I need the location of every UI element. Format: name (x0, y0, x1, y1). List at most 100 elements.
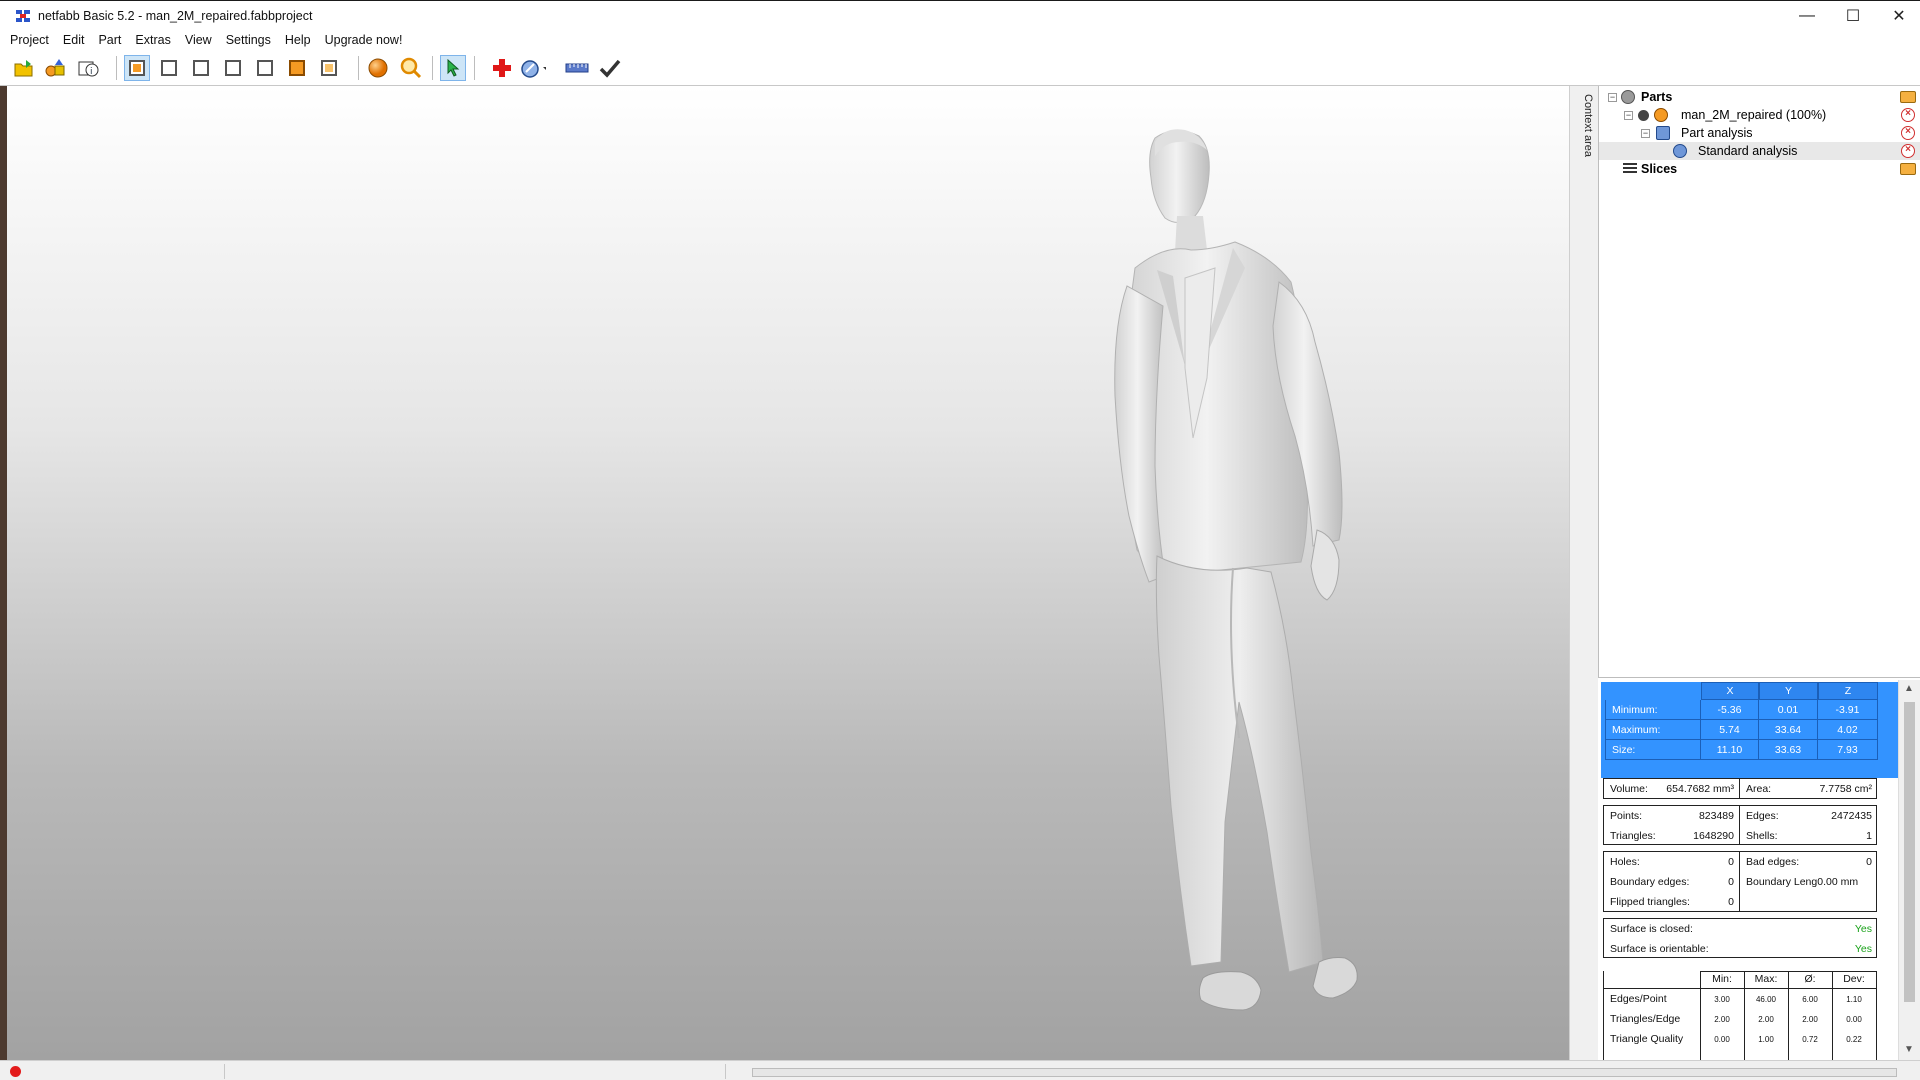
bbox-size-z: 7.93 (1818, 740, 1878, 760)
folder-action-icon[interactable] (1900, 91, 1916, 103)
volume-value: 654.7682 mm³ (1666, 783, 1734, 795)
stats-cell: 1.00 (1758, 1035, 1774, 1044)
scrollbar-thumb[interactable] (1904, 702, 1915, 1002)
bbox-min-y: 0.01 (1759, 700, 1818, 720)
bbox-size-x: 11.10 (1701, 740, 1759, 760)
desktop-edge (0, 86, 7, 1080)
boundary-edges-label: Boundary edges: (1610, 876, 1690, 888)
stats-cell: 3.00 (1714, 995, 1730, 1004)
measure-dial-icon[interactable] (520, 55, 546, 81)
bbox-min-z: -3.91 (1818, 700, 1878, 720)
tree-row-standard-analysis[interactable]: Standard analysis × (1599, 142, 1920, 160)
shells-value: 1 (1866, 830, 1872, 842)
repair-cross-icon[interactable] (489, 55, 515, 81)
scroll-down-icon[interactable]: ▼ (1904, 1044, 1914, 1055)
collapse-icon[interactable]: − (1608, 92, 1617, 102)
visibility-dot-icon[interactable] (1638, 109, 1649, 121)
stats-cell: 2.00 (1758, 1015, 1774, 1024)
tree-label-slices: Slices (1641, 162, 1678, 176)
area-label: Area: (1746, 783, 1772, 795)
menu-extras[interactable]: Extras (135, 33, 170, 47)
menu-edit[interactable]: Edit (63, 33, 85, 47)
3d-model-render[interactable] (7, 86, 1569, 1060)
axis-header-y: Y (1759, 682, 1818, 700)
menu-view[interactable]: View (185, 33, 212, 47)
remove-standard-analysis-icon[interactable]: × (1901, 144, 1915, 158)
view-top-icon[interactable] (284, 55, 310, 81)
view-bottom-icon[interactable] (316, 55, 342, 81)
surface-closed-value: Yes (1854, 923, 1872, 935)
menu-project[interactable]: Project (10, 33, 49, 47)
select-pointer-icon[interactable] (440, 55, 466, 81)
analysis-panel: X Y Z Minimum: -5.36 0.01 -3.91 Maximum:… (1598, 680, 1898, 1060)
bounding-box-table: X Y Z Minimum: -5.36 0.01 -3.91 Maximum:… (1601, 682, 1898, 778)
collapse-icon[interactable]: − (1624, 110, 1633, 120)
defects-box: Holes: 0 Bad edges: 0 Boundary edges: 0 … (1603, 851, 1877, 912)
surface-orientable-value: Yes (1854, 943, 1872, 955)
menu-upgrade[interactable]: Upgrade now! (325, 33, 403, 47)
shading-sphere-icon[interactable] (365, 55, 391, 81)
mesh-counts-box: Points: 823489 Edges: 2472435 Triangles:… (1603, 805, 1877, 845)
surface-checks-box: Surface is closed: Yes Surface is orient… (1603, 918, 1877, 958)
minimize-button[interactable]: — (1784, 1, 1830, 31)
holes-value: 0 (1728, 856, 1734, 868)
progress-bar (752, 1068, 1897, 1077)
remove-analysis-icon[interactable]: × (1901, 126, 1915, 140)
volume-label: Volume: (1610, 783, 1648, 795)
bad-edges-value: 0 (1866, 856, 1872, 868)
part-info-icon[interactable]: i (75, 55, 101, 81)
menu-settings[interactable]: Settings (226, 33, 271, 47)
stats-row-label: Triangle Quality (1610, 1033, 1684, 1045)
tree-row-parts[interactable]: − Parts (1599, 88, 1920, 106)
close-button[interactable]: ✕ (1876, 1, 1920, 31)
bbox-size-y: 33.63 (1759, 740, 1818, 760)
analysis-scrollbar[interactable]: ▲ ▼ (1898, 680, 1920, 1060)
parts-icon (1621, 90, 1635, 104)
view-front-icon[interactable] (156, 55, 182, 81)
stats-row-label: Edges/Point (1610, 993, 1667, 1005)
stats-header-min: Min: (1712, 973, 1732, 985)
points-value: 823489 (1698, 810, 1734, 822)
triangles-label: Triangles: (1610, 830, 1656, 842)
boundary-length-label: Boundary Leng0.00 mm (1746, 876, 1859, 888)
bbox-min-x: -5.36 (1701, 700, 1759, 720)
menu-help[interactable]: Help (285, 33, 311, 47)
apply-check-icon[interactable] (597, 55, 623, 81)
edges-label: Edges: (1746, 810, 1779, 822)
add-part-icon[interactable] (43, 55, 69, 81)
folder-action-icon[interactable] (1900, 163, 1916, 175)
edges-value: 2472435 (1831, 810, 1872, 822)
tree-row-part-analysis[interactable]: − Part analysis × (1599, 124, 1920, 142)
statistics-table: Min: Max: Ø: Dev: Edges/Point 3.00 46.00… (1603, 971, 1877, 1060)
tree-row-slices[interactable]: Slices (1599, 160, 1920, 178)
remove-part-icon[interactable]: × (1901, 108, 1915, 122)
menu-part[interactable]: Part (98, 33, 121, 47)
flipped-triangles-value: 0 (1728, 896, 1734, 908)
boundary-edges-value: 0 (1728, 876, 1734, 888)
scroll-up-icon[interactable]: ▲ (1904, 683, 1914, 694)
menu-bar: Project Edit Part Extras View Settings H… (0, 30, 1920, 50)
view-left-icon[interactable] (220, 55, 246, 81)
maximize-button[interactable]: ☐ (1830, 1, 1876, 31)
flipped-triangles-label: Flipped triangles: (1610, 896, 1690, 908)
view-perspective-icon[interactable] (124, 55, 150, 81)
stats-cell: 46.00 (1755, 995, 1777, 1004)
view-back-icon[interactable] (188, 55, 214, 81)
axis-header-x: X (1701, 682, 1759, 700)
stats-cell: 0.00 (1714, 1035, 1730, 1044)
status-bar (0, 1060, 1920, 1080)
zoom-icon[interactable] (398, 55, 424, 81)
bbox-max-x: 5.74 (1701, 720, 1759, 740)
stats-cell: 6.00 (1802, 995, 1818, 1004)
bbox-label-min: Minimum: (1605, 700, 1701, 720)
context-area-tab[interactable] (1569, 86, 1598, 1060)
open-project-icon[interactable] (11, 55, 37, 81)
3d-viewport[interactable] (7, 86, 1569, 1060)
tree-row-part[interactable]: − man_2M_repaired (100%) × (1599, 106, 1920, 124)
collapse-icon[interactable]: − (1641, 128, 1650, 138)
bbox-max-z: 4.02 (1818, 720, 1878, 740)
triangles-value: 1648290 (1693, 830, 1734, 842)
view-right-icon[interactable] (252, 55, 278, 81)
stats-cell: 2.00 (1714, 1015, 1730, 1024)
ruler-icon[interactable] (564, 55, 590, 81)
